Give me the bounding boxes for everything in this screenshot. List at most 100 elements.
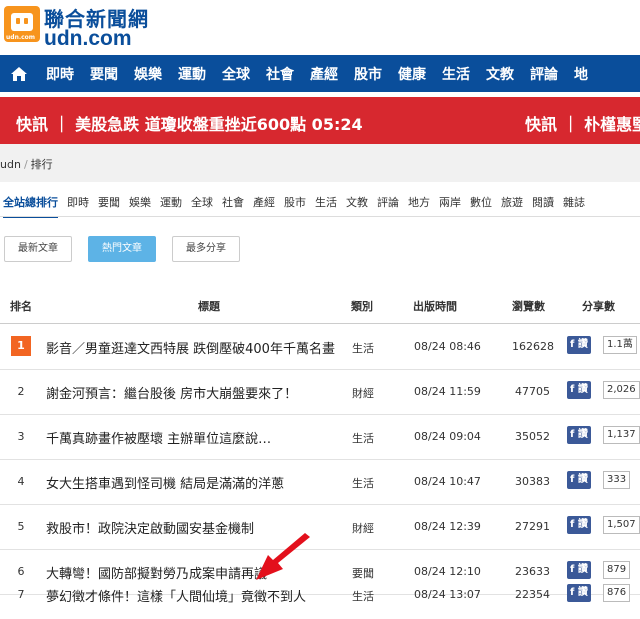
breaking-news-ticker: 快訊 ｜ 美股急跌 道瓊收盤重挫近600點 05:24 快訊 ｜ 朴槿惠堅	[0, 97, 640, 144]
nav-item[interactable]: 產經	[302, 64, 346, 84]
breaking-news-item[interactable]: 快訊 ｜ 朴槿惠堅	[525, 111, 640, 135]
share-count: 333	[603, 471, 631, 489]
nav-item[interactable]: 地	[566, 64, 596, 84]
article-title-link[interactable]: 救股市！政院決定啟動國安基金機制	[46, 518, 254, 537]
category-tab[interactable]: 股市	[284, 194, 306, 218]
category-tab[interactable]: 社會	[222, 194, 244, 218]
tab-all-ranking[interactable]: 全站總排行	[3, 194, 58, 218]
category-tab[interactable]: 生活	[315, 194, 337, 218]
rank-badge: 1	[11, 336, 31, 356]
rank-number: 5	[17, 520, 25, 533]
share-count: 1,137	[603, 426, 640, 444]
table-row: 1 影音／男童逛達文西特展 跌倒壓破400年千萬名畫 生活 08/24 08:4…	[0, 324, 640, 370]
category-tab[interactable]: 即時	[67, 194, 89, 218]
publish-time: 08/24 12:39	[414, 520, 481, 533]
view-count: 35052	[515, 430, 550, 443]
facebook-like-button[interactable]: f 讚	[567, 516, 591, 534]
category-tab[interactable]: 產經	[253, 194, 275, 218]
article-title-link[interactable]: 千萬真跡畫作被壓壞 主辦單位這麼說…	[46, 428, 271, 447]
publish-time: 08/24 13:07	[414, 588, 481, 601]
nav-item[interactable]: 股市	[346, 64, 390, 84]
nav-item[interactable]: 健康	[390, 64, 434, 84]
category-tab[interactable]: 地方	[408, 194, 430, 218]
category-tab[interactable]: 要聞	[98, 194, 120, 218]
breadcrumb-bar	[0, 144, 640, 182]
site-header: udn.com 聯合新聞網 udn.com	[0, 0, 640, 55]
view-count: 22354	[515, 588, 550, 601]
home-icon[interactable]	[0, 55, 38, 92]
share-count: 2,026	[603, 381, 640, 399]
article-category: 財經	[352, 387, 374, 400]
category-tab[interactable]: 閱讀	[532, 194, 554, 218]
rank-number: 7	[17, 588, 25, 601]
publish-time: 08/24 10:47	[414, 475, 481, 488]
category-tab[interactable]: 運動	[160, 194, 182, 218]
article-category: 生活	[352, 477, 374, 490]
facebook-like-button[interactable]: f 讚	[567, 426, 591, 444]
category-tab[interactable]: 雜誌	[563, 194, 585, 218]
view-count: 30383	[515, 475, 550, 488]
category-tab[interactable]: 評論	[377, 194, 399, 218]
nav-item[interactable]: 評論	[522, 64, 566, 84]
udn-logo-icon[interactable]: udn.com	[4, 6, 40, 42]
view-count: 27291	[515, 520, 550, 533]
article-category: 生活	[352, 342, 374, 355]
header-views: 瀏覽數	[512, 300, 545, 313]
rank-number: 2	[17, 385, 25, 398]
latest-articles-button[interactable]: 最新文章	[4, 236, 72, 262]
share-count: 876	[603, 584, 631, 602]
rank-number: 4	[17, 475, 25, 488]
header-rank: 排名	[10, 300, 32, 313]
facebook-like-button[interactable]: f 讚	[567, 584, 591, 602]
article-title-link[interactable]: 影音／男童逛達文西特展 跌倒壓破400年千萬名畫	[46, 338, 335, 357]
nav-item[interactable]: 即時	[38, 64, 82, 84]
table-row: 2 謝金河預言：繼台股後 房市大崩盤要來了！ 財經 08/24 11:59 47…	[0, 369, 640, 415]
view-count: 162628	[512, 340, 554, 353]
publish-time: 08/24 09:04	[414, 430, 481, 443]
rank-number: 3	[17, 430, 25, 443]
breadcrumb-current[interactable]: 排行	[31, 158, 53, 171]
facebook-like-button[interactable]: f 讚	[567, 381, 591, 399]
tabs-divider	[0, 216, 640, 217]
site-domain[interactable]: udn.com	[44, 27, 132, 51]
nav-item[interactable]: 要聞	[82, 64, 126, 84]
facebook-like-button[interactable]: f 讚	[567, 471, 591, 489]
table-row: 5 救股市！政院決定啟動國安基金機制 財經 08/24 12:39 27291 …	[0, 504, 640, 550]
most-shared-button[interactable]: 最多分享	[172, 236, 240, 262]
article-category: 生活	[352, 432, 374, 445]
category-tab[interactable]: 數位	[470, 194, 492, 218]
popular-articles-button[interactable]: 熱門文章	[88, 236, 156, 262]
article-title-link[interactable]: 女大生搭車遇到怪司機 結局是滿滿的洋蔥	[46, 473, 284, 492]
breaking-news-item[interactable]: 快訊 ｜ 美股急跌 道瓊收盤重挫近600點 05:24	[16, 111, 363, 135]
category-tab[interactable]: 娛樂	[129, 194, 151, 218]
category-tab[interactable]: 全球	[191, 194, 213, 218]
red-arrow-annotation-icon	[250, 533, 316, 589]
category-tabs: 全站總排行 即時 要聞 娛樂 運動 全球 社會 產經 股市 生活 文教 評論 地…	[3, 194, 594, 218]
header-shares: 分享數	[582, 300, 615, 313]
breadcrumb-separator: /	[23, 158, 28, 171]
table-row: 7 夢幻徵才條件！這樣「人間仙境」竟徵不到人 生活 08/24 13:07 22…	[0, 572, 640, 617]
main-nav: 即時 要聞 娛樂 運動 全球 社會 產經 股市 健康 生活 文教 評論 地	[0, 55, 640, 92]
header-title: 標題	[198, 300, 220, 313]
header-category: 類別	[351, 300, 373, 313]
article-category: 財經	[352, 522, 374, 535]
nav-item[interactable]: 社會	[258, 64, 302, 84]
nav-item[interactable]: 運動	[170, 64, 214, 84]
category-tab[interactable]: 兩岸	[439, 194, 461, 218]
logo-mini-text: udn.com	[6, 34, 36, 41]
nav-item[interactable]: 全球	[214, 64, 258, 84]
nav-item[interactable]: 生活	[434, 64, 478, 84]
breadcrumb: udn / 排行	[0, 156, 53, 172]
category-tab[interactable]: 文教	[346, 194, 368, 218]
facebook-like-button[interactable]: f 讚	[567, 336, 591, 354]
table-header: 排名 標題 類別 出版時間 瀏覽數 分享數	[0, 298, 640, 322]
nav-item[interactable]: 文教	[478, 64, 522, 84]
article-title-link[interactable]: 謝金河預言：繼台股後 房市大崩盤要來了！	[46, 383, 297, 402]
sort-buttons: 最新文章 熱門文章 最多分享	[4, 236, 256, 262]
header-time: 出版時間	[413, 300, 457, 313]
share-count: 1.1萬	[603, 336, 637, 354]
breadcrumb-home[interactable]: udn	[0, 158, 21, 171]
table-row: 3 千萬真跡畫作被壓壞 主辦單位這麼說… 生活 08/24 09:04 3505…	[0, 414, 640, 460]
nav-item[interactable]: 娛樂	[126, 64, 170, 84]
category-tab[interactable]: 旅遊	[501, 194, 523, 218]
